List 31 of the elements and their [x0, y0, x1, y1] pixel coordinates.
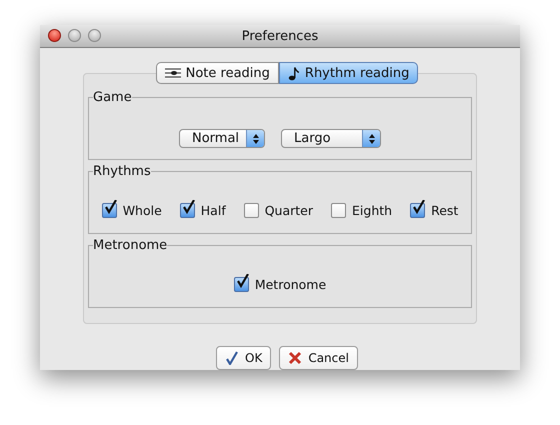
eighth-note-icon	[288, 66, 300, 80]
dropdown[interactable]: Largo	[281, 129, 381, 148]
zoom-button[interactable]	[88, 29, 101, 42]
staff-icon	[164, 67, 181, 79]
checkbox[interactable]: Quarter	[244, 203, 314, 218]
checkbox[interactable]: Eighth	[331, 203, 392, 218]
checkbox-box[interactable]	[331, 203, 346, 218]
checkbox-box[interactable]	[410, 203, 426, 218]
group-title: Game	[93, 90, 132, 105]
group-title: Rhythms	[93, 164, 151, 179]
cancel-button[interactable]: Cancel	[279, 346, 358, 370]
checkbox-box[interactable]	[180, 203, 195, 218]
ok-button[interactable]: OK	[216, 346, 272, 370]
minimize-button[interactable]	[68, 29, 81, 42]
checkbox-box[interactable]	[234, 277, 249, 292]
tab[interactable]: Rhythm reading	[278, 62, 418, 84]
close-icon	[288, 351, 302, 365]
checkbox-box[interactable]	[244, 203, 259, 218]
dropdown[interactable]: Normal	[179, 129, 265, 148]
checkbox[interactable]: Rest	[410, 203, 458, 218]
checkbox[interactable]: Metronome	[234, 277, 326, 292]
close-button[interactable]	[48, 29, 61, 42]
tab[interactable]: Note reading	[156, 62, 279, 84]
checkbox-box[interactable]	[102, 203, 117, 218]
check-icon	[225, 351, 239, 365]
checkbox[interactable]: Whole	[102, 203, 162, 218]
stepper-icon	[246, 130, 264, 147]
stepper-icon	[362, 130, 380, 147]
checkbox[interactable]: Half	[180, 203, 226, 218]
group-title: Metronome	[93, 238, 168, 253]
window-title: Preferences	[242, 28, 318, 44]
